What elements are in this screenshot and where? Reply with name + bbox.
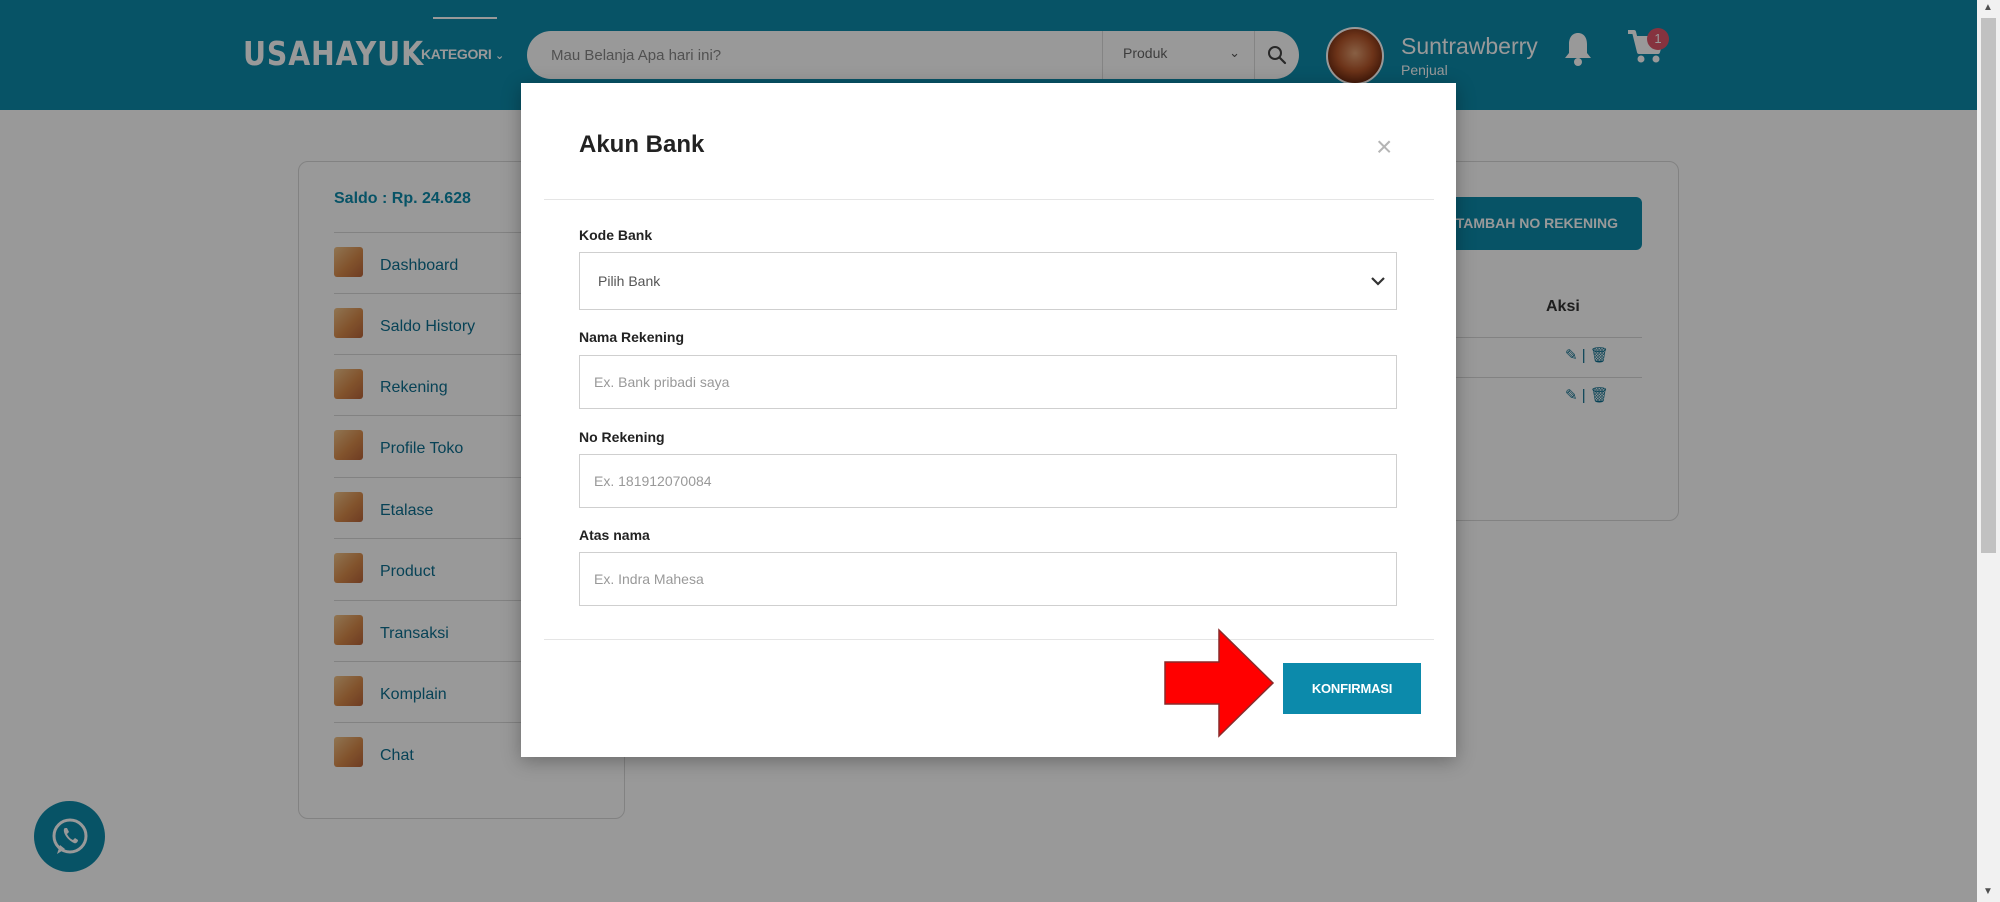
konfirmasi-button[interactable]: KONFIRMASI (1283, 663, 1421, 714)
page-scrollbar[interactable]: ▲ ▼ (1977, 0, 2000, 902)
atas-nama-label: Atas nama (579, 527, 650, 543)
modal-footer-divider (544, 639, 1434, 640)
scroll-down-icon[interactable]: ▼ (1983, 886, 1993, 897)
nama-rekening-label: Nama Rekening (579, 329, 685, 345)
atas-nama-input[interactable] (579, 552, 1397, 606)
akun-bank-modal: Akun Bank × Kode Bank Pilih Bank Nama Re… (521, 83, 1456, 757)
kode-bank-label: Kode Bank (579, 227, 653, 243)
no-rekening-label: No Rekening (579, 429, 665, 445)
scroll-up-icon[interactable]: ▲ (1983, 2, 1993, 13)
modal-header-divider (544, 199, 1434, 200)
close-icon[interactable]: × (1376, 133, 1392, 161)
kode-bank-value: Pilih Bank (598, 273, 661, 289)
nama-rekening-input[interactable] (579, 355, 1397, 409)
scrollbar-thumb[interactable] (1981, 18, 1996, 553)
modal-title: Akun Bank (579, 131, 705, 158)
kode-bank-select[interactable]: Pilih Bank (579, 252, 1397, 310)
chevron-down-icon (1371, 277, 1385, 286)
no-rekening-input[interactable] (579, 454, 1397, 508)
red-arrow-annotation (1164, 628, 1275, 738)
